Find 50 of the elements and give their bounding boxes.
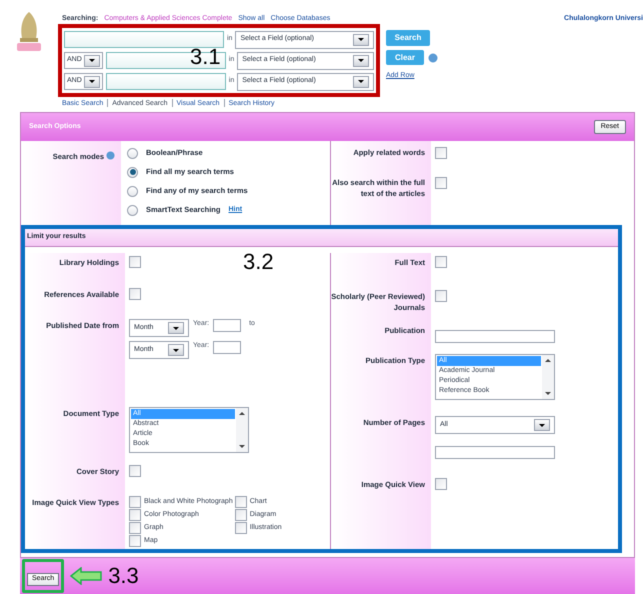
annotation-label: 3.3 xyxy=(108,565,139,587)
caret-icon xyxy=(88,59,95,62)
checkbox[interactable] xyxy=(129,522,141,534)
text-field[interactable] xyxy=(435,446,555,459)
annotation-label: 3.1 xyxy=(190,46,221,68)
checkbox[interactable] xyxy=(435,177,447,189)
radio-button[interactable] xyxy=(127,186,138,196)
caret-icon xyxy=(173,326,179,330)
checkbox[interactable] xyxy=(435,290,447,302)
help-icon[interactable] xyxy=(428,52,438,62)
caret-icon xyxy=(88,80,95,83)
caret-icon xyxy=(358,38,364,41)
dropdown-button[interactable] xyxy=(84,76,100,88)
caret-icon xyxy=(539,424,545,426)
help-icon[interactable] xyxy=(106,151,115,160)
checkbox[interactable] xyxy=(129,288,141,300)
crest-logo xyxy=(14,10,44,54)
checkbox[interactable] xyxy=(129,496,141,508)
caret-icon xyxy=(358,80,364,83)
radio-button[interactable] xyxy=(127,148,138,158)
dropdown-button[interactable] xyxy=(353,34,369,46)
checkbox[interactable] xyxy=(234,509,247,522)
checkbox[interactable] xyxy=(129,256,141,268)
checkbox[interactable] xyxy=(129,535,141,548)
checkbox[interactable] xyxy=(129,509,141,522)
dropdown-button[interactable] xyxy=(353,76,369,88)
scroll-bar[interactable] xyxy=(236,408,248,452)
dropdown-button[interactable] xyxy=(168,322,184,334)
radio-button[interactable] xyxy=(127,204,138,216)
dropdown-button[interactable] xyxy=(84,54,100,66)
dropdown-button[interactable] xyxy=(534,419,550,431)
checkbox[interactable] xyxy=(129,464,141,477)
publication-field[interactable] xyxy=(435,330,555,342)
checkbox[interactable] xyxy=(435,478,447,490)
radio-button[interactable] xyxy=(127,166,138,178)
checkbox[interactable] xyxy=(234,496,247,508)
checkbox[interactable] xyxy=(435,147,447,159)
checkbox[interactable] xyxy=(435,256,447,268)
caret-icon xyxy=(358,59,364,62)
annotation-label: 3.2 xyxy=(243,251,274,273)
year-field[interactable] xyxy=(213,341,242,354)
dropdown-button[interactable] xyxy=(353,54,369,66)
caret-icon xyxy=(173,348,179,352)
arrow-icon xyxy=(70,567,102,585)
search-field[interactable] xyxy=(106,73,226,90)
search-field[interactable] xyxy=(64,31,224,48)
scroll-bar[interactable] xyxy=(542,355,554,399)
year-field[interactable] xyxy=(213,319,242,332)
checkbox[interactable] xyxy=(234,522,247,534)
dropdown-button[interactable] xyxy=(168,344,184,356)
